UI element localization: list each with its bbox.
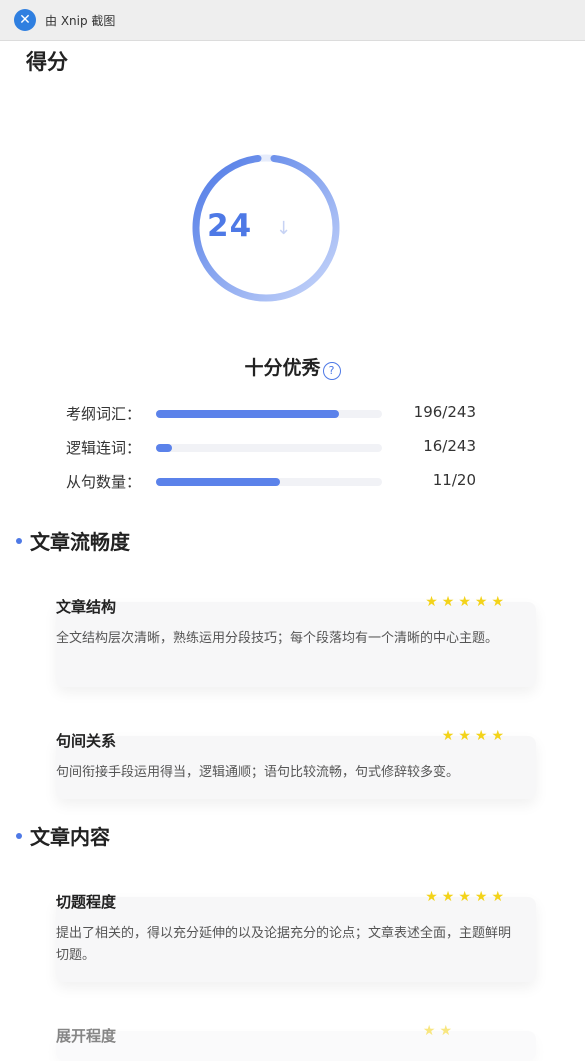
window-title: 由 Xnip 截图 xyxy=(45,13,116,28)
metric-vocabulary: 考纲词汇： 196/243 xyxy=(66,401,476,425)
star-rating: ★★★★ xyxy=(441,728,508,744)
window-titlebar: ✕ 由 Xnip 截图 xyxy=(0,0,585,41)
star-rating: ★★ xyxy=(422,1023,456,1039)
section-title: 文章流畅度 xyxy=(30,530,130,554)
grade-label: 十分优秀 xyxy=(244,356,321,379)
metric-label: 考纲词汇： xyxy=(66,405,142,423)
star-rating: ★★★★★ xyxy=(425,889,508,905)
progress-fill xyxy=(156,444,172,452)
criterion-card: 展开程度 ★★ xyxy=(56,1023,536,1061)
bullet-dot xyxy=(16,832,22,839)
progress-track xyxy=(156,478,382,486)
score-value: 24 xyxy=(207,208,253,244)
criterion-description: 句间衔接手段运用得当，逻辑通顺；语句比较流畅，句式修辞较多变。 xyxy=(56,765,460,780)
progress-track xyxy=(156,410,382,418)
criterion-description: 提出了相关的，得以充分延伸的以及论据充分的论点；文章表述全面，主题鲜明切题。 xyxy=(56,926,512,963)
grade-row: 十分优秀 ? xyxy=(0,352,585,380)
star-rating: ★★★★★ xyxy=(425,594,508,610)
metric-value: 16/243 xyxy=(423,437,476,455)
metric-clauses: 从句数量： 11/20 xyxy=(66,469,476,493)
metric-label: 从句数量： xyxy=(66,473,142,491)
criterion-card: 句间关系 ★★★★ 句间衔接手段运用得当，逻辑通顺；语句比较流畅，句式修辞较多变… xyxy=(56,728,536,799)
metric-value: 11/20 xyxy=(432,471,476,489)
progress-track xyxy=(156,444,382,452)
help-icon[interactable]: ? xyxy=(322,362,341,380)
criterion-card: 切题程度 ★★★★★ 提出了相关的，得以充分延伸的以及论据充分的论点；文章表述全… xyxy=(56,889,536,982)
progress-fill xyxy=(156,478,281,486)
metric-label: 逻辑连词： xyxy=(66,439,142,457)
metric-value: 196/243 xyxy=(413,403,476,421)
criterion-title: 句间关系 xyxy=(56,732,117,750)
score-faint-glyph: ↓ xyxy=(276,218,292,239)
criterion-title: 展开程度 xyxy=(56,1027,117,1045)
section-heading-fluency: 文章流畅度 xyxy=(16,526,130,555)
section-title: 文章内容 xyxy=(30,825,110,849)
criterion-card: 文章结构 ★★★★★ 全文结构层次清晰，熟练运用分段技巧；每个段落均有一个清晰的… xyxy=(56,594,536,687)
xnip-logo-icon: ✕ xyxy=(14,9,36,31)
metric-connectives: 逻辑连词： 16/243 xyxy=(66,435,476,459)
progress-fill xyxy=(156,410,340,418)
criterion-title: 文章结构 xyxy=(56,598,117,616)
page-title: 得分 xyxy=(26,50,68,74)
criterion-description: 全文结构层次清晰，熟练运用分段技巧；每个段落均有一个清晰的中心主题。 xyxy=(56,631,499,646)
section-heading-content: 文章内容 xyxy=(16,821,110,850)
criterion-title: 切题程度 xyxy=(56,893,117,911)
bullet-dot xyxy=(16,537,22,544)
